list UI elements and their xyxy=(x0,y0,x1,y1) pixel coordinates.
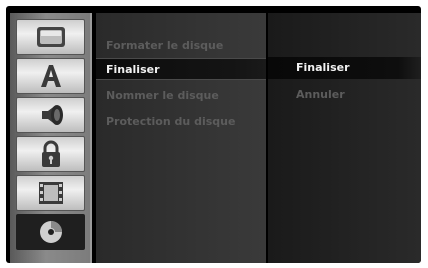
submenu-item-cancel[interactable]: Annuler xyxy=(268,84,421,106)
sidebar-item-display[interactable] xyxy=(16,19,85,55)
disc-menu-panel: Formater le disque Finaliser Nommer le d… xyxy=(96,13,266,263)
text-a-icon xyxy=(40,65,61,87)
lock-icon xyxy=(41,140,60,167)
sidebar-item-language[interactable] xyxy=(16,58,85,94)
finalize-submenu-panel: Finaliser Annuler xyxy=(268,13,421,263)
menu-item-format-disc[interactable]: Formater le disque xyxy=(96,35,266,57)
category-sidebar xyxy=(10,13,92,263)
menu-item-finalize[interactable]: Finaliser xyxy=(96,58,266,80)
sidebar-item-recording[interactable] xyxy=(16,175,85,211)
speaker-icon xyxy=(41,105,63,125)
submenu-item-finalize[interactable]: Finaliser xyxy=(268,57,421,79)
sidebar-item-audio[interactable] xyxy=(16,97,85,133)
menu-item-disc-name[interactable]: Nommer le disque xyxy=(96,85,266,107)
menu-item-disc-protect[interactable]: Protection du disque xyxy=(96,111,266,133)
disc-icon xyxy=(39,221,62,243)
sidebar-item-disc[interactable] xyxy=(16,214,85,250)
sidebar-item-lock[interactable] xyxy=(16,136,85,172)
dvd-setup-screen: Formater le disque Finaliser Nommer le d… xyxy=(6,6,421,263)
film-icon xyxy=(38,182,63,204)
tv-screen-icon xyxy=(36,27,65,47)
